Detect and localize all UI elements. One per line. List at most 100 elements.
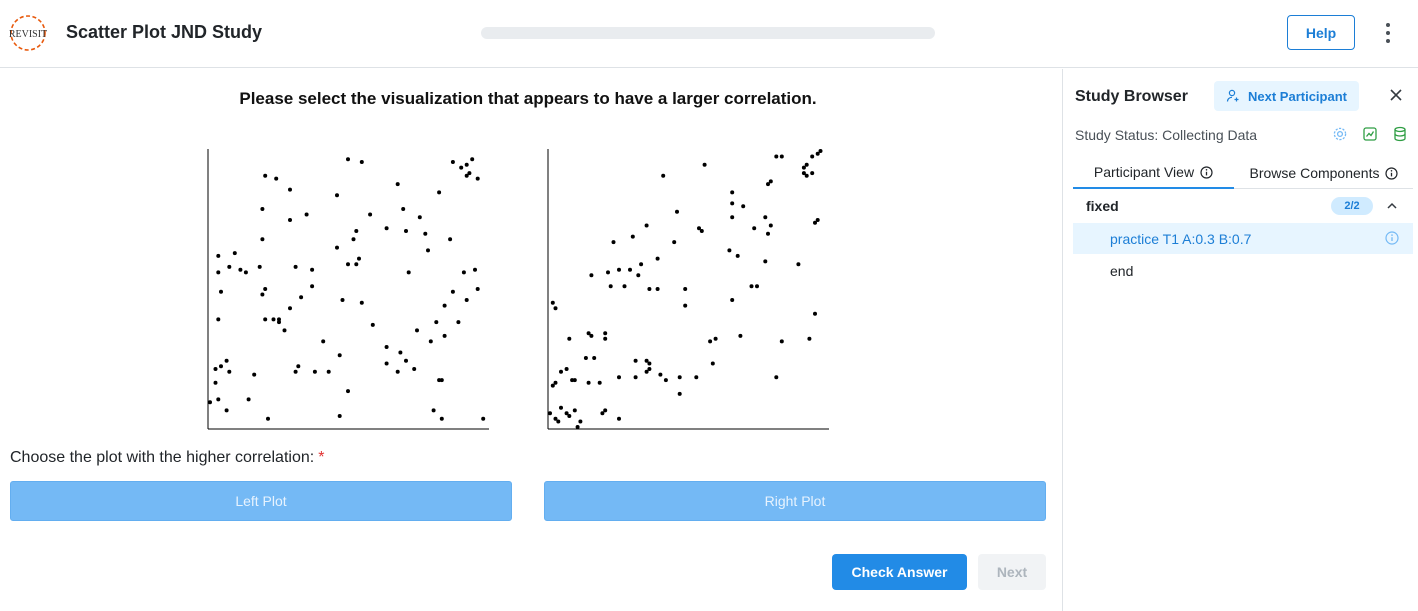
right-scatter-point bbox=[559, 369, 563, 374]
info-icon[interactable] bbox=[1385, 231, 1399, 245]
left-scatter-point bbox=[296, 364, 301, 369]
right-scatter-point bbox=[677, 375, 682, 380]
right-scatter-point bbox=[708, 339, 713, 344]
right-scatter-point bbox=[779, 154, 784, 159]
right-scatter-point bbox=[735, 253, 740, 258]
check-answer-button[interactable]: Check Answer bbox=[832, 554, 967, 590]
tab-browse-components[interactable]: Browse Components bbox=[1236, 157, 1412, 189]
component-item-practice[interactable]: practice T1 A:0.3 B:0.7 bbox=[1073, 223, 1413, 254]
left-scatter-point bbox=[359, 160, 364, 164]
right-scatter-point bbox=[567, 336, 572, 341]
question-label: Choose the plot with the higher correlat… bbox=[10, 449, 324, 467]
right-scatter-point bbox=[658, 372, 663, 377]
info-icon bbox=[1385, 166, 1399, 180]
right-scatter-point bbox=[586, 380, 591, 385]
right-scatter-point bbox=[672, 240, 677, 245]
right-scatter-point bbox=[572, 378, 577, 383]
left-scatter-point bbox=[227, 264, 232, 269]
left-scatter-point bbox=[464, 162, 469, 167]
left-scatter-point bbox=[346, 389, 350, 394]
left-scatter-point bbox=[401, 207, 406, 211]
right-scatter-point bbox=[710, 361, 715, 366]
right-plot-button[interactable]: Right Plot bbox=[544, 481, 1046, 521]
left-scatter-point bbox=[310, 284, 315, 289]
left-scatter-point bbox=[224, 358, 229, 363]
left-scatter-point bbox=[335, 193, 339, 198]
left-scatter-point bbox=[299, 295, 304, 300]
help-button[interactable]: Help bbox=[1287, 15, 1355, 50]
left-scatter-point bbox=[384, 345, 389, 349]
component-group-header[interactable]: fixed 2/2 bbox=[1073, 195, 1413, 217]
left-scatter-point bbox=[470, 157, 475, 162]
status-icons bbox=[1332, 126, 1408, 142]
right-scatter-point bbox=[575, 425, 580, 429]
left-scatter-point bbox=[434, 320, 439, 325]
left-scatter-point bbox=[260, 237, 265, 242]
next-button[interactable]: Next bbox=[978, 554, 1046, 590]
left-plot-button[interactable]: Left Plot bbox=[10, 481, 512, 521]
settings-gear-icon[interactable] bbox=[1332, 126, 1348, 142]
right-scatter-point bbox=[633, 358, 638, 363]
right-scatter-point bbox=[644, 369, 649, 374]
left-scatter-point bbox=[456, 320, 461, 325]
right-scatter-point bbox=[796, 262, 801, 267]
app-title: Scatter Plot JND Study bbox=[66, 22, 263, 42]
next-participant-button[interactable]: Next Participant bbox=[1214, 81, 1359, 111]
task-prompt: Please select the visualization that app… bbox=[239, 89, 817, 108]
info-icon bbox=[1200, 165, 1213, 179]
left-scatter-point bbox=[461, 270, 466, 275]
study-content: Please select the visualization that app… bbox=[0, 69, 1062, 611]
left-scatter-point bbox=[370, 322, 375, 327]
left-scatter-point bbox=[227, 369, 232, 374]
left-scatter-point bbox=[357, 256, 361, 261]
left-scatter-point bbox=[335, 245, 339, 250]
right-scatter-point bbox=[611, 240, 616, 245]
left-scatter-point bbox=[243, 270, 248, 275]
left-scatter-point bbox=[417, 215, 422, 220]
right-scatter-point bbox=[779, 339, 784, 344]
left-scatter-point bbox=[384, 226, 389, 231]
left-scatter-point bbox=[346, 157, 350, 162]
component-item-end[interactable]: end bbox=[1073, 257, 1413, 285]
right-scatter-point bbox=[617, 267, 621, 272]
right-scatter-point bbox=[644, 223, 649, 228]
study-status: Study Status: Collecting Data bbox=[1075, 127, 1258, 143]
left-scatter-point bbox=[337, 353, 342, 358]
analytics-chart-icon[interactable] bbox=[1362, 126, 1378, 142]
left-scatter-point bbox=[271, 317, 276, 322]
left-scatter-point bbox=[216, 270, 221, 275]
right-scatter-point bbox=[548, 411, 552, 416]
more-options-icon[interactable] bbox=[1380, 20, 1396, 46]
left-scatter-point bbox=[232, 251, 237, 256]
study-progress-bar bbox=[481, 27, 935, 39]
right-scatter-point bbox=[663, 378, 668, 383]
right-scatter-point bbox=[730, 298, 735, 302]
left-scatter-point bbox=[263, 317, 268, 322]
left-scatter-point bbox=[293, 369, 298, 374]
right-scatter-point bbox=[559, 405, 563, 410]
right-scatter-point bbox=[603, 336, 608, 341]
right-scatter-point bbox=[553, 306, 558, 311]
right-scatter-point bbox=[815, 151, 820, 156]
group-count-badge: 2/2 bbox=[1331, 197, 1373, 215]
left-scatter-point bbox=[398, 350, 403, 355]
right-scatter-point bbox=[804, 173, 809, 178]
tab-participant-view[interactable]: Participant View bbox=[1073, 157, 1234, 189]
study-browser-title: Study Browser bbox=[1075, 88, 1188, 105]
right-scatter-point bbox=[617, 416, 621, 421]
chevron-up-icon[interactable] bbox=[1386, 200, 1398, 212]
left-scatter-point bbox=[274, 176, 279, 181]
right-scatter-point bbox=[564, 367, 569, 371]
right-scatter-point bbox=[699, 229, 704, 233]
right-scatter-point bbox=[592, 356, 597, 360]
tab-participant-view-label: Participant View bbox=[1093, 164, 1195, 180]
left-scatter-point bbox=[426, 248, 430, 253]
left-scatter-point bbox=[359, 300, 364, 305]
left-scatter-point bbox=[475, 287, 480, 291]
right-scatter-point bbox=[589, 333, 594, 338]
right-scatter-point bbox=[749, 284, 754, 289]
left-scatter-point bbox=[216, 397, 221, 402]
database-icon[interactable] bbox=[1392, 126, 1408, 142]
close-icon[interactable] bbox=[1388, 87, 1404, 103]
study-browser-panel: Study Browser Next Participant Study Sta… bbox=[1062, 69, 1418, 611]
